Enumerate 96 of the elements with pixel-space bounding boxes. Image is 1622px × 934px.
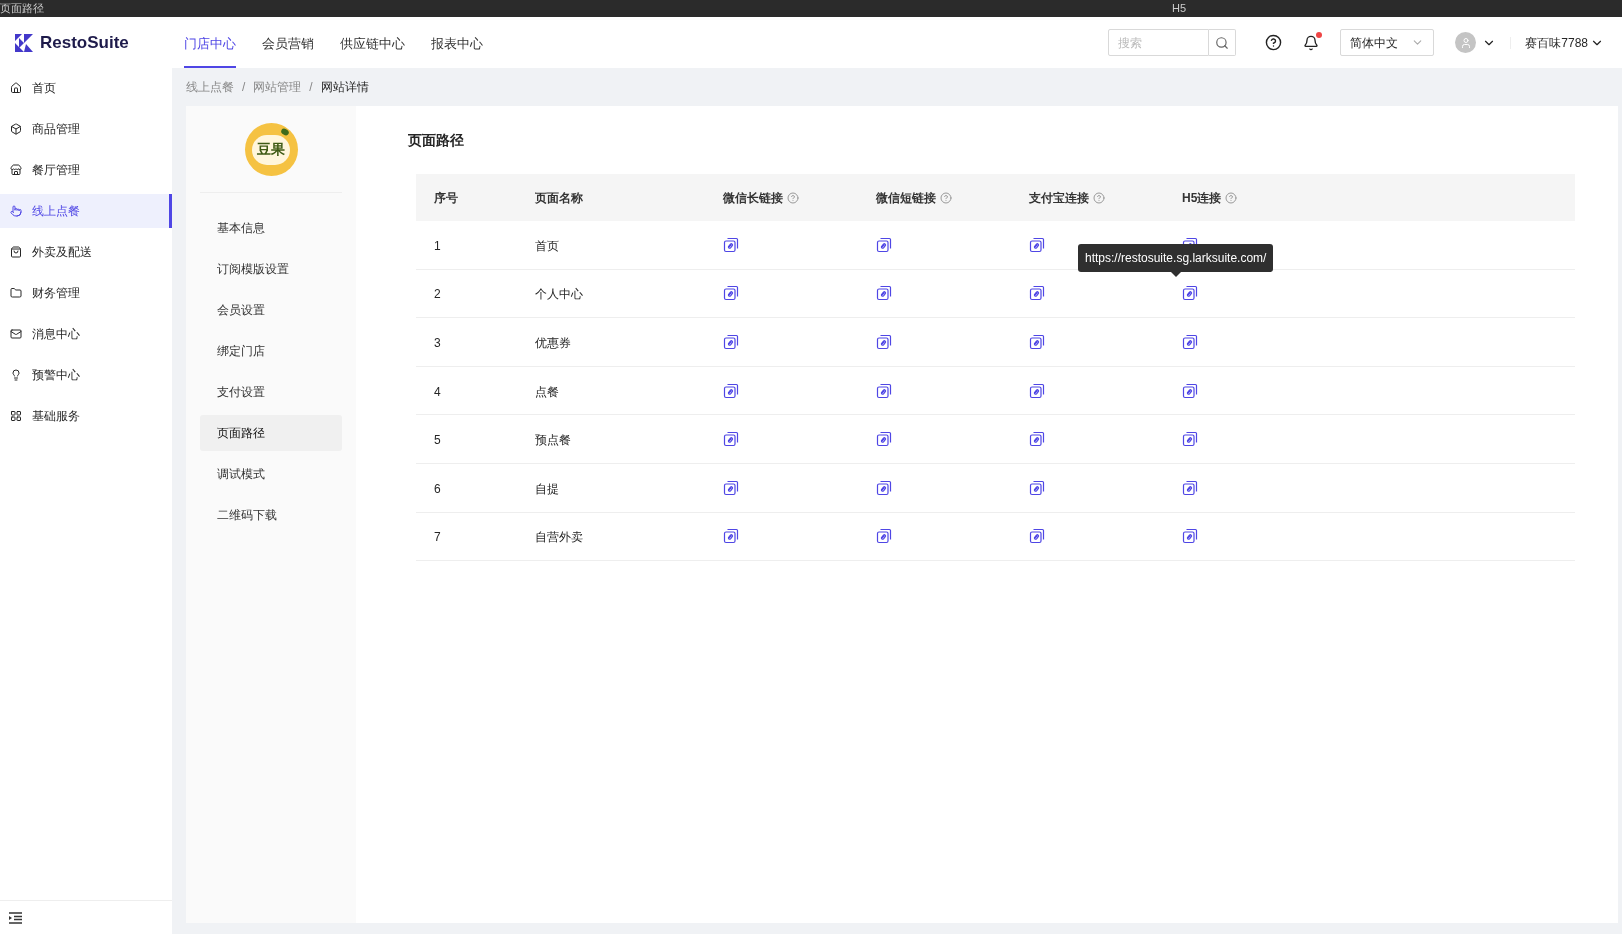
table-cell: 预点餐 [535, 433, 571, 448]
copy-link-icon[interactable] [723, 528, 739, 545]
title-text: 页面路径 [0, 1, 44, 16]
breadcrumb-current: 网站详情 [320, 79, 369, 96]
grid-icon [10, 410, 22, 422]
sidebar-item[interactable]: 商品管理 [0, 112, 172, 146]
copy-link-icon[interactable] [876, 334, 892, 350]
copy-link-icon[interactable] [1029, 528, 1045, 545]
breadcrumb-separator: / [309, 79, 313, 96]
column-header: 微信短链接 [876, 189, 936, 207]
logo-icon [15, 33, 34, 52]
table-cell: 2 [434, 287, 441, 302]
table-cell: 6 [434, 481, 441, 496]
copy-link-icon[interactable] [1182, 528, 1198, 545]
copy-link-icon[interactable] [1029, 382, 1045, 399]
copy-link-icon[interactable] [876, 285, 892, 302]
brand-name: RestoSuite [40, 31, 129, 54]
sidebar-item[interactable]: 首页 [0, 71, 172, 105]
sub-nav-item[interactable]: 会员设置 [200, 292, 342, 328]
copy-link-icon[interactable] [1182, 382, 1198, 399]
sub-nav-item[interactable]: 基本信息 [200, 210, 342, 246]
column-header: H5连接 [1182, 189, 1222, 207]
table-cell: 自提 [535, 481, 559, 496]
column-header: 支付宝连接 [1029, 189, 1089, 207]
store-icon [10, 164, 22, 176]
help-icon[interactable] [1265, 34, 1283, 51]
breadcrumb-separator: / [242, 79, 246, 96]
pointer-icon [10, 205, 22, 217]
column-header: 序号 [434, 189, 458, 207]
nav-tab[interactable]: 报表中心 [431, 17, 483, 68]
copy-link-icon[interactable] [1182, 334, 1198, 350]
site-logo: 豆果 [244, 123, 298, 176]
nav-tab[interactable]: 会员营销 [262, 17, 314, 68]
bell-icon[interactable] [1303, 34, 1320, 51]
copy-link-icon[interactable] [1029, 236, 1045, 253]
folder-icon [10, 287, 22, 299]
table-cell: 5 [434, 433, 441, 448]
copy-link-icon[interactable] [876, 382, 892, 399]
table-cell: 个人中心 [535, 287, 583, 302]
table-cell: 自营外卖 [535, 530, 583, 545]
column-header: 微信长链接 [723, 189, 783, 207]
sidebar-item[interactable]: 财务管理 [0, 276, 172, 310]
copy-link-icon[interactable] [723, 382, 739, 399]
table-cell: 首页 [535, 238, 559, 253]
copy-link-icon[interactable] [1029, 479, 1045, 496]
cube-icon [10, 123, 22, 135]
copy-link-icon[interactable] [723, 479, 739, 496]
table-cell: 点餐 [535, 384, 559, 399]
sidebar-item[interactable]: 外卖及配送 [0, 235, 172, 269]
user-menu[interactable]: 赛百味7788 [1525, 33, 1604, 52]
table-cell: 1 [434, 238, 441, 253]
search-button[interactable] [1209, 29, 1237, 56]
sidebar-item[interactable]: 预警中心 [0, 358, 172, 392]
section-title: 页面路径 [408, 131, 465, 150]
copy-link-icon[interactable] [723, 285, 739, 302]
copy-link-icon[interactable] [1029, 334, 1045, 350]
nav-tab[interactable]: 供应链中心 [340, 17, 405, 68]
title-text: H5 [1172, 1, 1187, 16]
copy-link-icon[interactable] [1182, 431, 1198, 448]
copy-link-icon[interactable] [723, 236, 739, 253]
table-cell: 4 [434, 384, 441, 399]
copy-link-icon[interactable] [1182, 285, 1198, 302]
collapse-menu-icon[interactable] [9, 911, 22, 924]
copy-link-icon[interactable] [876, 479, 892, 496]
sidebar-item[interactable]: 消息中心 [0, 317, 172, 351]
sidebar-item[interactable]: 餐厅管理 [0, 153, 172, 187]
language-select[interactable]: 简体中文 [1340, 29, 1435, 56]
home-icon [10, 82, 22, 94]
sub-nav-item[interactable]: 调试模式 [200, 456, 342, 492]
sidebar-item[interactable]: 线上点餐 [0, 194, 172, 228]
sub-nav-item[interactable]: 页面路径 [200, 415, 342, 451]
leaf-icon [279, 127, 290, 137]
column-header: 页面名称 [535, 189, 583, 207]
copy-link-icon[interactable] [723, 334, 739, 350]
sub-nav-item[interactable]: 二维码下载 [200, 497, 342, 533]
copy-link-icon[interactable] [723, 431, 739, 448]
copy-link-icon[interactable] [876, 431, 892, 448]
copy-link-icon[interactable] [1029, 285, 1045, 302]
table-cell: 7 [434, 530, 441, 545]
sub-nav-item[interactable]: 订阅模版设置 [200, 251, 342, 287]
search-icon [1215, 35, 1230, 50]
sub-nav-item[interactable]: 支付设置 [200, 374, 342, 410]
sub-nav-item[interactable]: 绑定门店 [200, 333, 342, 369]
lightbulb-icon [10, 369, 22, 381]
bag-icon [10, 246, 22, 258]
tooltip: https://restosuite.sg.larksuite.com/ [1078, 243, 1274, 277]
table-cell: 3 [434, 336, 441, 350]
mail-icon [10, 328, 22, 340]
sidebar-item[interactable]: 基础服务 [0, 399, 172, 433]
copy-link-icon[interactable] [876, 236, 892, 253]
search-field[interactable]: 搜索 [1108, 29, 1210, 56]
nav-tab[interactable]: 门店中心 [184, 17, 236, 68]
copy-link-icon[interactable] [1029, 431, 1045, 448]
table-cell: 优惠券 [535, 336, 571, 350]
copy-link-icon[interactable] [876, 528, 892, 545]
copy-link-icon[interactable] [1182, 479, 1198, 496]
